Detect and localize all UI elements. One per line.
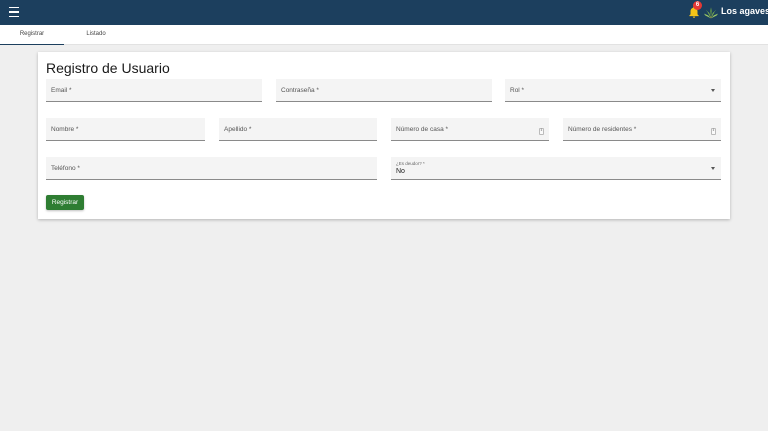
tab-bar: Registrar Listado xyxy=(0,25,768,45)
house-number-field[interactable]: Número de casa * ⇕ xyxy=(391,118,549,141)
email-field[interactable]: Email * xyxy=(46,79,262,102)
email-label: Email * xyxy=(51,87,72,94)
role-label: Rol * xyxy=(510,87,525,94)
password-field[interactable]: Contraseña * xyxy=(276,79,492,102)
register-button[interactable]: Registrar xyxy=(46,195,84,210)
role-select[interactable]: Rol * xyxy=(505,79,721,102)
debtor-value: No xyxy=(396,168,405,175)
phone-label: Teléfono * xyxy=(51,165,80,172)
residents-field[interactable]: Número de residentes * ⇕ xyxy=(563,118,721,141)
number-spinner-icon[interactable]: ⇕ xyxy=(539,128,544,135)
first-name-label: Nombre * xyxy=(51,126,79,133)
brand-name: Los agaves xyxy=(721,6,768,16)
tab-listado[interactable]: Listado xyxy=(64,25,128,45)
house-number-label: Número de casa * xyxy=(396,126,449,133)
last-name-field[interactable]: Apellido * xyxy=(219,118,377,141)
tab-registrar[interactable]: Registrar xyxy=(0,25,64,45)
agave-logo-icon xyxy=(704,7,718,19)
chevron-down-icon xyxy=(711,89,715,92)
top-app-bar: 6 Los agaves xyxy=(0,0,768,25)
last-name-label: Apellido * xyxy=(224,126,252,133)
page-title: Registro de Usuario xyxy=(46,60,170,76)
debtor-label: ¿Es deudor? * xyxy=(396,161,425,166)
number-spinner-icon[interactable]: ⇕ xyxy=(711,128,716,135)
phone-field[interactable]: Teléfono * xyxy=(46,157,377,180)
menu-icon[interactable] xyxy=(9,7,19,17)
notification-badge: 6 xyxy=(693,1,702,10)
password-label: Contraseña * xyxy=(281,87,319,94)
registration-card: Registro de Usuario Email * Contraseña *… xyxy=(38,52,730,219)
chevron-down-icon xyxy=(711,167,715,170)
debtor-select[interactable]: ¿Es deudor? * No xyxy=(391,157,721,180)
first-name-field[interactable]: Nombre * xyxy=(46,118,205,141)
residents-label: Número de residentes * xyxy=(568,126,637,133)
